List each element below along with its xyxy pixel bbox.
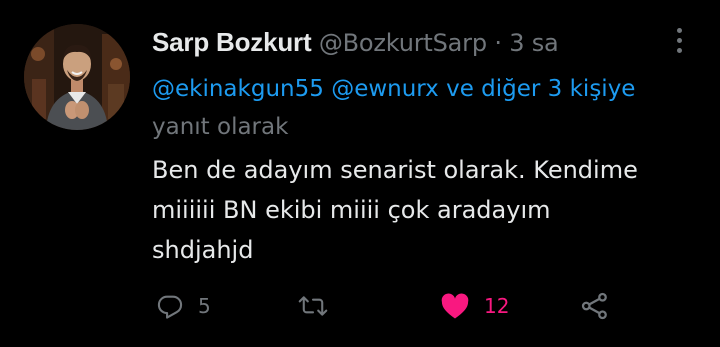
timestamp[interactable]: 3 sa xyxy=(509,29,559,57)
avatar-photo xyxy=(24,24,130,130)
others-link[interactable]: diğer 3 kişiye xyxy=(481,76,635,102)
reply-context: @ekinakgun55 @ewnurx ve diğer 3 kişiye y… xyxy=(152,70,672,146)
more-dot xyxy=(677,38,682,43)
reply-suffix: yanıt olarak xyxy=(152,114,289,140)
avatar[interactable] xyxy=(24,24,130,130)
mention-link[interactable]: @ekinakgun55 xyxy=(152,76,324,102)
handle[interactable]: @BozkurtSarp xyxy=(319,29,487,57)
mention-link[interactable]: @ewnurx xyxy=(331,76,439,102)
more-options-icon[interactable] xyxy=(668,26,692,56)
retweet-button[interactable] xyxy=(298,286,342,326)
more-dot xyxy=(677,28,682,33)
tweet-text: Ben de adayım senarist olarak. Kendime m… xyxy=(152,150,712,270)
reply-button[interactable]: 5 xyxy=(156,286,211,326)
like-button[interactable]: 12 xyxy=(440,286,509,326)
tweet-header: Sarp Bozkurt @BozkurtSarp · 3 sa xyxy=(152,26,559,59)
tweet[interactable]: Sarp Bozkurt @BozkurtSarp · 3 sa @ekinak… xyxy=(0,0,720,347)
share-button[interactable] xyxy=(580,286,610,326)
retweet-icon xyxy=(298,296,328,316)
tweet-text-line: shdjahjd xyxy=(152,236,254,264)
separator: · xyxy=(494,29,502,57)
display-name[interactable]: Sarp Bozkurt xyxy=(152,27,312,57)
more-dot xyxy=(677,48,682,53)
action-bar: 5 12 xyxy=(152,286,652,326)
reply-count: 5 xyxy=(198,294,211,318)
tweet-text-line: miiiiii BN ekibi miiii çok aradayım xyxy=(152,196,551,224)
reply-icon xyxy=(157,295,183,319)
tweet-text-line: Ben de adayım senarist olarak. Kendime xyxy=(152,156,638,184)
reply-connector[interactable]: ve xyxy=(446,76,474,102)
share-icon xyxy=(581,292,607,320)
like-count: 12 xyxy=(484,294,510,318)
heart-icon xyxy=(441,293,469,319)
